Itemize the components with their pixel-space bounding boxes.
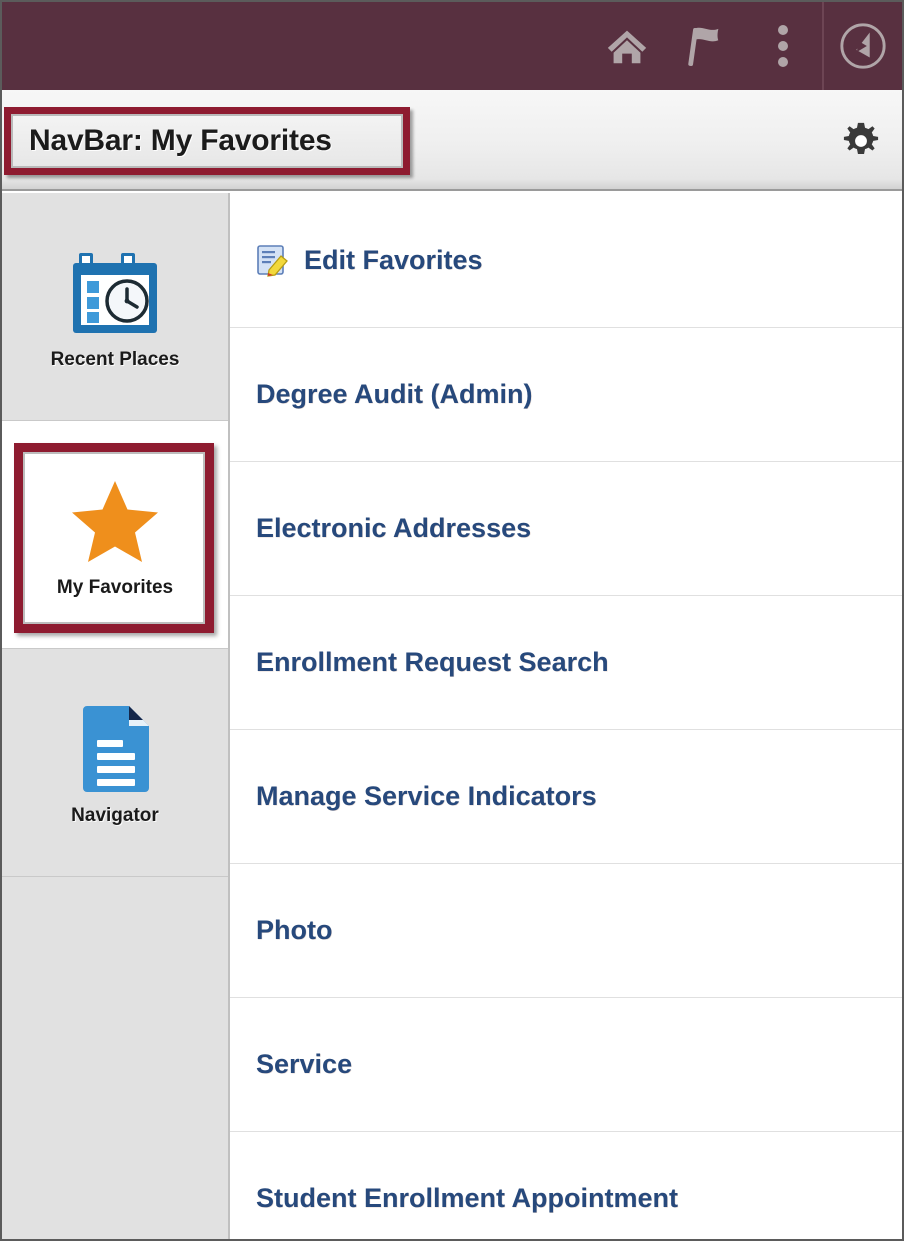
navbar-title-bar: NavBar: My Favorites — [2, 90, 902, 191]
sidebar-tile-label: Recent Places — [50, 348, 180, 370]
navbar-title-highlight: NavBar: My Favorites — [4, 107, 410, 175]
favorite-item-row[interactable]: Degree Audit (Admin) — [230, 328, 902, 462]
navbar-body: Recent Places My Favorites Navigator Edi… — [2, 193, 902, 1239]
navbar-title-box: NavBar: My Favorites — [11, 114, 403, 168]
sidebar-tile-label: My Favorites — [56, 576, 174, 598]
favorite-item-row[interactable]: Electronic Addresses — [230, 462, 902, 596]
sidebar-tile-label: Navigator — [71, 804, 159, 826]
page-title: NavBar: My Favorites — [29, 124, 332, 157]
navbar-my-favorites-screen: NavBar: My Favorites Recent Places My Fa… — [0, 0, 904, 1241]
navbar-compass-icon[interactable] — [824, 2, 902, 90]
edit-favorites-row[interactable]: Edit Favorites — [230, 193, 902, 328]
home-icon[interactable] — [588, 2, 666, 90]
favorite-item-label: Enrollment Request Search — [256, 647, 609, 677]
edit-pencil-icon — [256, 243, 290, 277]
favorite-item-label: Manage Service Indicators — [256, 781, 597, 811]
navbar-sidebar: Recent Places My Favorites Navigator — [2, 193, 230, 1239]
edit-favorites-label: Edit Favorites — [304, 244, 483, 275]
star-icon — [65, 471, 165, 571]
favorite-item-label: Degree Audit (Admin) — [256, 379, 533, 409]
favorite-item-row[interactable]: Enrollment Request Search — [230, 596, 902, 730]
flag-icon[interactable] — [666, 2, 744, 90]
calendar-clock-icon — [65, 243, 165, 343]
sidebar-tile-my-favorites[interactable]: My Favorites — [2, 421, 228, 649]
favorite-item-label: Student Enrollment Appointment — [256, 1183, 678, 1213]
gear-icon[interactable] — [834, 114, 888, 168]
sidebar-tile-navigator[interactable]: Navigator — [2, 649, 228, 877]
document-lines-icon — [65, 699, 165, 799]
favorite-item-row[interactable]: Service — [230, 998, 902, 1132]
favorites-list: Edit Favorites Degree Audit (Admin) Elec… — [230, 193, 902, 1239]
favorite-item-row[interactable]: Photo — [230, 864, 902, 998]
sidebar-tile-recent-places[interactable]: Recent Places — [2, 193, 228, 421]
favorite-item-label: Service — [256, 1049, 353, 1079]
actions-list-icon[interactable] — [744, 2, 822, 90]
global-header-actions — [588, 2, 902, 90]
global-header — [2, 2, 902, 90]
favorite-item-row[interactable]: Student Enrollment Appointment — [230, 1132, 902, 1241]
favorite-item-label: Electronic Addresses — [256, 513, 532, 543]
favorite-item-label: Photo — [256, 915, 333, 945]
favorite-item-row[interactable]: Manage Service Indicators — [230, 730, 902, 864]
